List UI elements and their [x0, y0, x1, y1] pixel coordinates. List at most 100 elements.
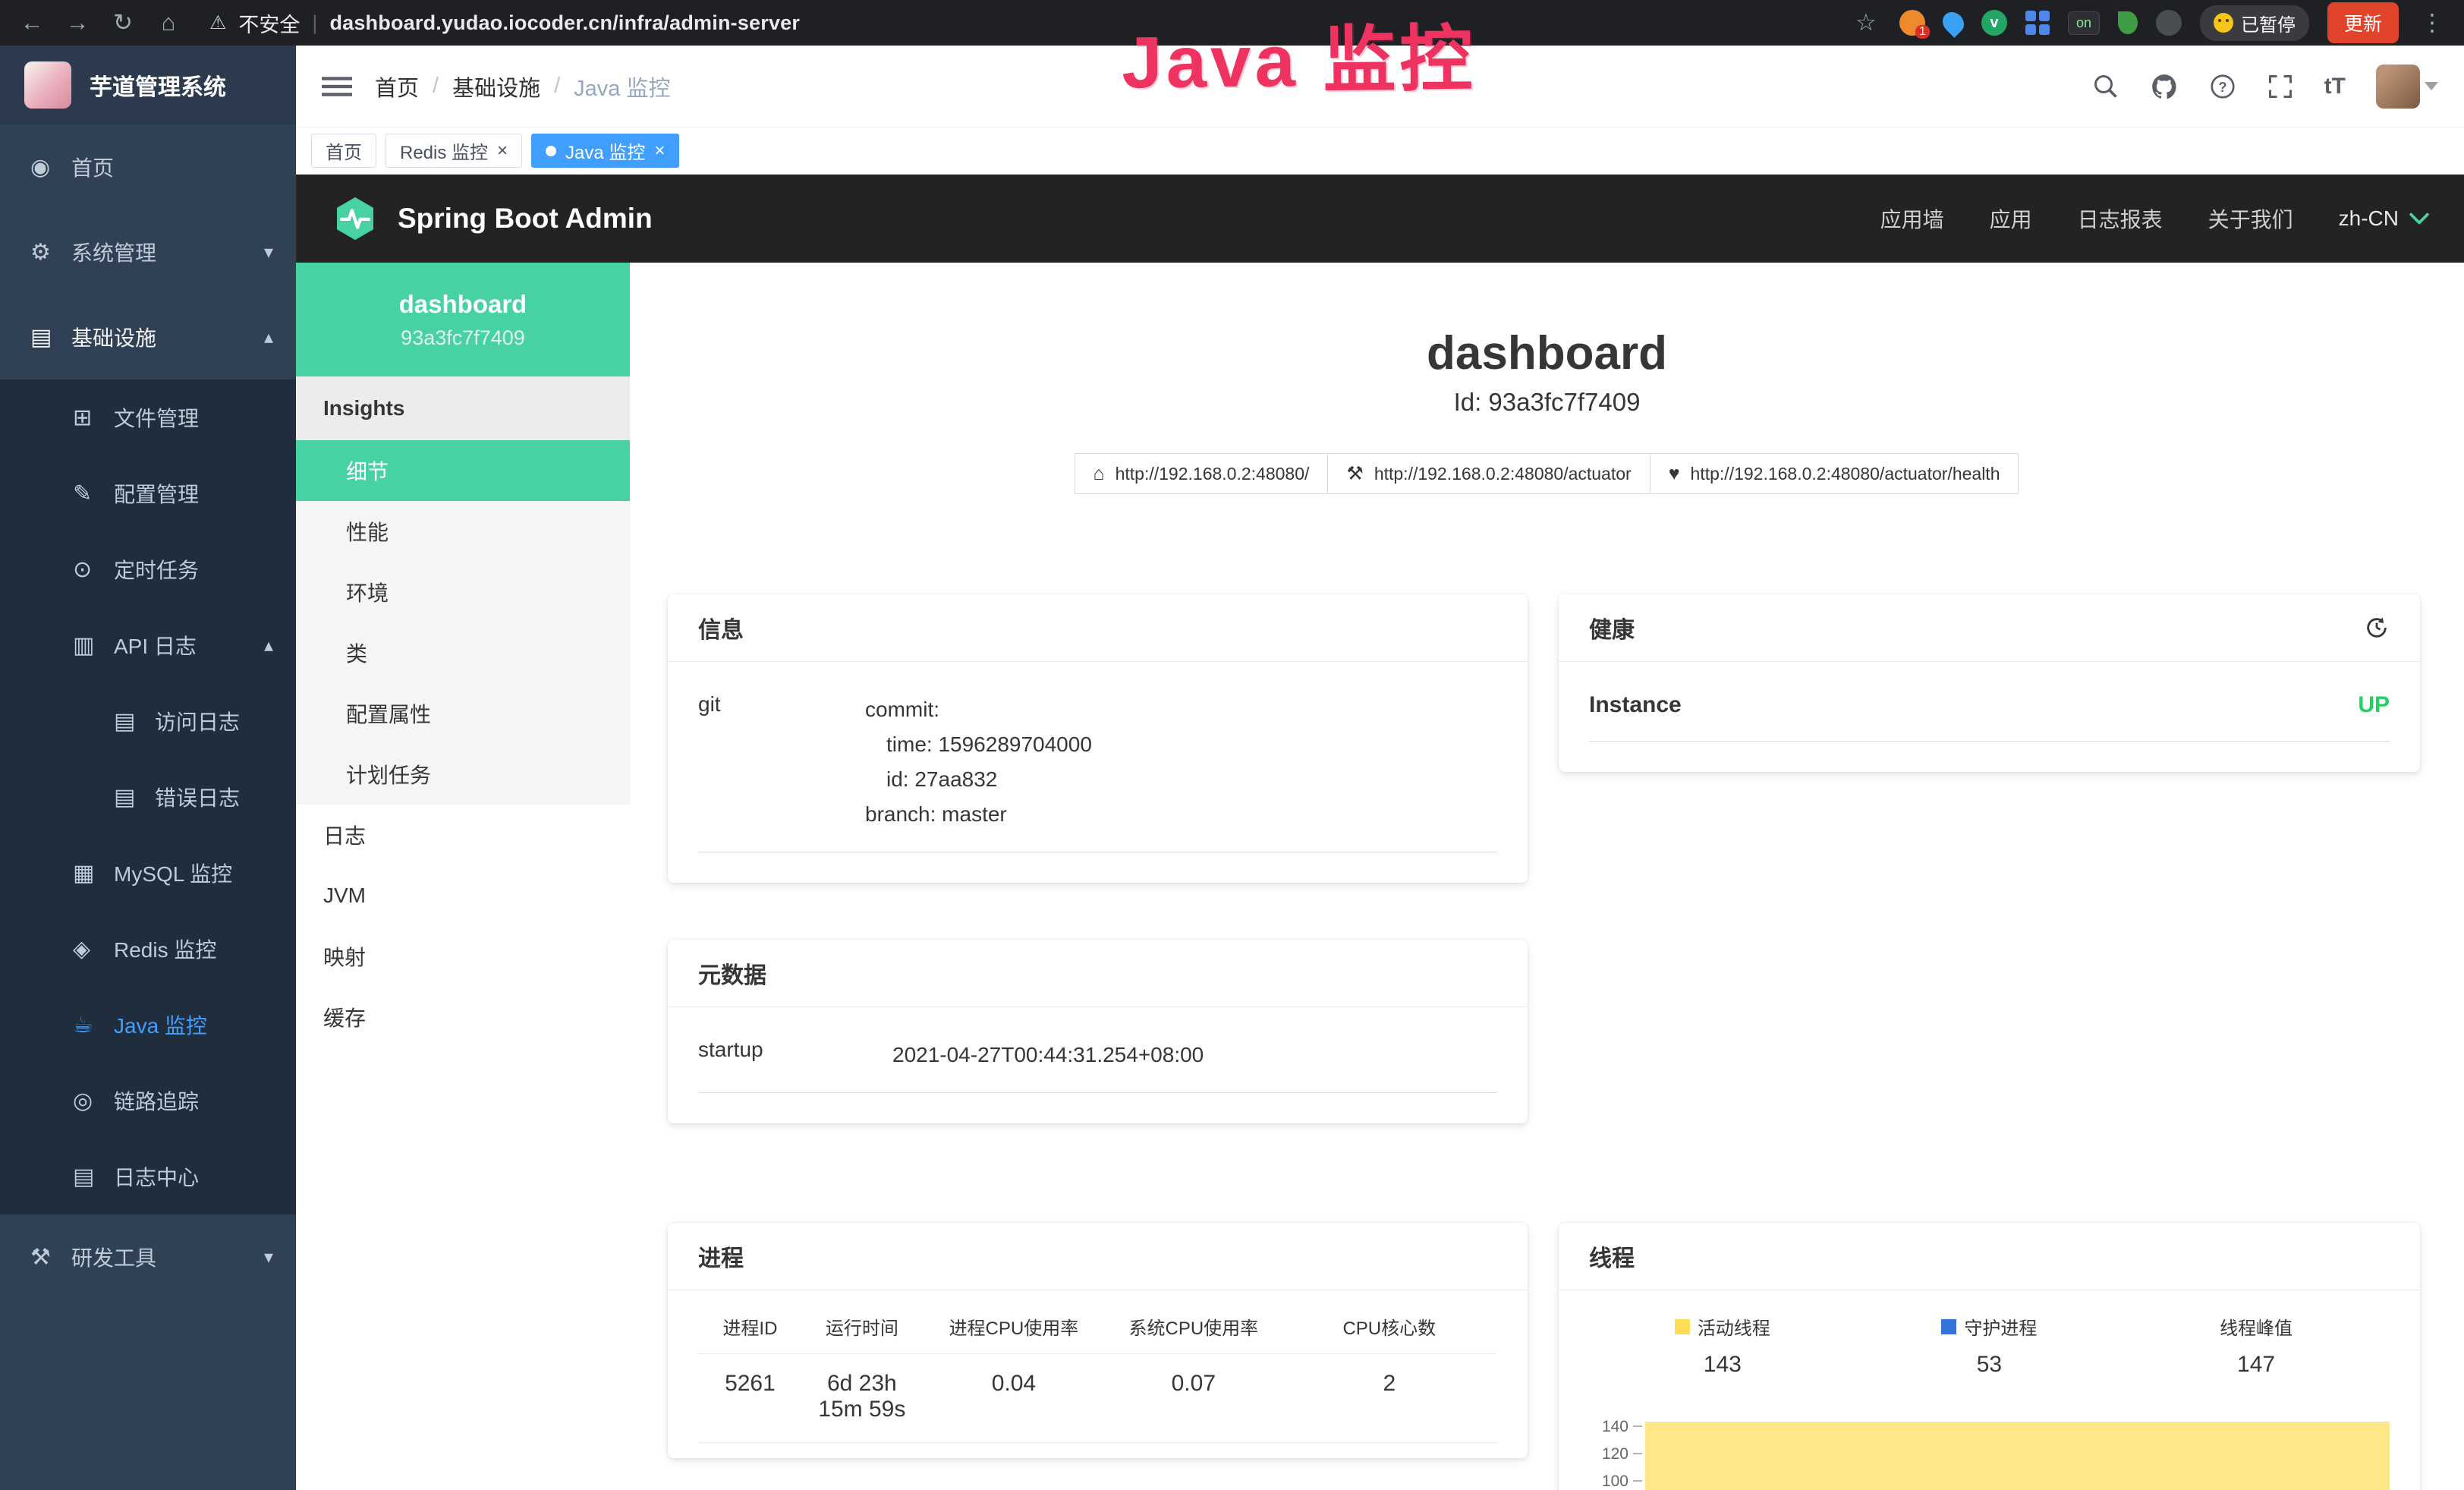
- extension-on-badge[interactable]: on: [2068, 11, 2100, 35]
- startup-value: 2021-04-27T00:44:31.254+08:00: [892, 1038, 1204, 1073]
- sidebar-item-dev-tools[interactable]: ⚒ 研发工具 ▾: [0, 1214, 296, 1299]
- sba-item-jvm[interactable]: JVM: [296, 865, 630, 926]
- sidebar-item-redis[interactable]: ◈ Redis 监控: [0, 911, 296, 987]
- sba-item-mappings[interactable]: 映射: [296, 926, 630, 987]
- page-subtitle: Id: 93a3fc7f7409: [630, 388, 2464, 417]
- sidebar-item-api-log[interactable]: ▥ API 日志 ▴: [0, 607, 296, 683]
- metadata-card-title: 元数据: [698, 956, 766, 990]
- sidebar-item-jobs[interactable]: ⊙ 定时任务: [0, 531, 296, 607]
- sidebar-item-label: 错误日志: [155, 782, 240, 812]
- sba-item-scheduled-tasks[interactable]: 计划任务: [296, 744, 630, 805]
- browser-toolbar: ← → ↻ ⌂ ⚠ 不安全 | dashboard.yudao.iocoder.…: [0, 0, 2464, 46]
- nav-journal[interactable]: 日志报表: [2078, 203, 2163, 234]
- tab-home[interactable]: 首页: [311, 134, 376, 168]
- breadcrumb-separator: /: [433, 74, 439, 99]
- sba-item-details[interactable]: 细节: [296, 440, 630, 501]
- github-icon[interactable]: [2150, 72, 2179, 101]
- sidebar-item-label: MySQL 监控: [114, 858, 232, 888]
- sidebar-item-home[interactable]: ◉ 首页: [0, 124, 296, 209]
- breadcrumb-infrastructure[interactable]: 基础设施: [452, 71, 540, 102]
- nav-applications[interactable]: 应用: [1990, 203, 2032, 234]
- sba-app-header[interactable]: dashboard 93a3fc7f7409: [296, 263, 630, 376]
- extension-paw-icon[interactable]: [2156, 10, 2182, 36]
- threads-legend: 活动线程 143 守护进程 53: [1589, 1313, 2390, 1378]
- process-card: 进程 进程ID 运行时间 进程CPU使用率 系统CPU使用率 CPU核心数 52…: [668, 1223, 1528, 1458]
- sidebar-item-mysql[interactable]: ▦ MySQL 监控: [0, 835, 296, 911]
- search-icon[interactable]: [2092, 73, 2119, 100]
- sidebar-item-files[interactable]: ⊞ 文件管理: [0, 380, 296, 455]
- bookmark-star-icon[interactable]: ☆: [1851, 0, 1881, 46]
- sidebar-item-infrastructure[interactable]: ▤ 基础设施 ▴: [0, 295, 296, 380]
- sba-body: dashboard 93a3fc7f7409 Insights 细节 性能 环境…: [296, 263, 2464, 1490]
- sidebar-item-java-monitor[interactable]: ☕ Java 监控: [0, 987, 296, 1063]
- paused-badge[interactable]: 已暂停: [2200, 5, 2309, 41]
- log-center-icon: ▤: [73, 1164, 114, 1190]
- sba-logo-icon: [331, 194, 379, 243]
- sidebar-item-label: 访问日志: [155, 706, 240, 736]
- close-icon[interactable]: ×: [654, 142, 665, 160]
- actuator-url-link[interactable]: ⚒ http://192.168.0.2:48080/actuator: [1327, 453, 1650, 494]
- sidebar-item-label: 链路追踪: [114, 1085, 199, 1116]
- sba-item-metrics[interactable]: 性能: [296, 501, 630, 562]
- font-size-icon[interactable]: tT: [2324, 74, 2346, 99]
- sidebar-item-config[interactable]: ✎ 配置管理: [0, 455, 296, 531]
- health-url-link[interactable]: ♥ http://192.168.0.2:48080/actuator/heal…: [1650, 453, 2019, 494]
- paused-label: 已暂停: [2241, 10, 2296, 36]
- breadcrumb-home[interactable]: 首页: [375, 71, 419, 102]
- instance-status-row: Instance UP: [1589, 692, 2390, 742]
- sba-item-caches[interactable]: 缓存: [296, 987, 630, 1047]
- daemon-threads-swatch: [1941, 1319, 1956, 1334]
- sidebar-item-access-log[interactable]: ▤ 访问日志: [0, 683, 296, 759]
- legend-value: 147: [2123, 1352, 2390, 1378]
- fullscreen-icon[interactable]: [2267, 73, 2294, 100]
- browser-menu-icon[interactable]: ⋮: [2417, 0, 2447, 46]
- info-card: 信息 git commit: time: 1596289704000 id: 2…: [668, 594, 1528, 883]
- ytick-120: 120: [1602, 1445, 1629, 1463]
- locale-selector[interactable]: zh-CN: [2339, 206, 2429, 231]
- infrastructure-icon: ▤: [30, 324, 71, 351]
- nav-wallboard[interactable]: 应用墙: [1880, 203, 1944, 234]
- breadcrumb-separator: /: [554, 74, 560, 99]
- col-system-cpu: 系统CPU使用率: [1106, 1313, 1282, 1340]
- address-bar[interactable]: ⚠ 不安全 | dashboard.yudao.iocoder.cn/infra…: [209, 8, 800, 38]
- sba-item-environment[interactable]: 环境: [296, 562, 630, 622]
- instance-url-link[interactable]: ⌂ http://192.168.0.2:48080/: [1075, 453, 1329, 494]
- back-icon[interactable]: ←: [17, 0, 47, 46]
- extension-leaf-icon[interactable]: [2118, 11, 2138, 34]
- sba-brand[interactable]: Spring Boot Admin: [331, 194, 653, 243]
- hamburger-icon[interactable]: [322, 74, 352, 99]
- sidebar-item-log-center[interactable]: ▤ 日志中心: [0, 1139, 296, 1214]
- reload-icon[interactable]: ↻: [108, 0, 138, 46]
- extension-drop-icon[interactable]: [1938, 8, 1968, 38]
- trace-icon: ◎: [73, 1088, 114, 1114]
- forward-icon[interactable]: →: [62, 0, 93, 46]
- val-uptime: 6d 23h 15m 59s: [802, 1371, 922, 1422]
- tab-java-monitor[interactable]: Java 监控 ×: [531, 134, 679, 168]
- extension-grid-icon[interactable]: [2025, 11, 2050, 35]
- tab-redis-monitor[interactable]: Redis 监控 ×: [385, 134, 522, 168]
- close-icon[interactable]: ×: [497, 142, 508, 160]
- extension-orange-icon[interactable]: 1: [1899, 10, 1925, 36]
- user-menu[interactable]: [2376, 65, 2438, 109]
- sidebar-item-label: 基础设施: [71, 322, 156, 352]
- home-icon[interactable]: ⌂: [153, 0, 184, 46]
- sidebar-item-system[interactable]: ⚙ 系统管理 ▾: [0, 209, 296, 295]
- sba-item-config-props[interactable]: 配置属性: [296, 683, 630, 744]
- sidebar-item-error-log[interactable]: ▤ 错误日志: [0, 759, 296, 835]
- extension-green-icon[interactable]: v: [1981, 10, 2007, 36]
- update-button[interactable]: 更新: [2327, 2, 2399, 43]
- extensions-area: ☆ 1 v on 已暂停 更新 ⋮: [1851, 0, 2447, 46]
- startup-key: startup: [698, 1038, 892, 1073]
- git-key: git: [698, 692, 865, 832]
- yudao-logo[interactable]: 芋道管理系统: [0, 46, 296, 124]
- git-commit-line: commit:: [865, 692, 1092, 727]
- sba-item-beans[interactable]: 类: [296, 622, 630, 683]
- sba-section-insights: Insights: [296, 376, 630, 440]
- help-icon[interactable]: ?: [2209, 73, 2236, 100]
- chevron-down-icon: ▾: [264, 1246, 273, 1268]
- sidebar-item-trace[interactable]: ◎ 链路追踪: [0, 1063, 296, 1139]
- history-icon[interactable]: [2364, 615, 2390, 641]
- nav-about[interactable]: 关于我们: [2208, 203, 2293, 234]
- sba-item-loggers[interactable]: 日志: [296, 805, 630, 865]
- val-system-cpu: 0.07: [1106, 1371, 1282, 1422]
